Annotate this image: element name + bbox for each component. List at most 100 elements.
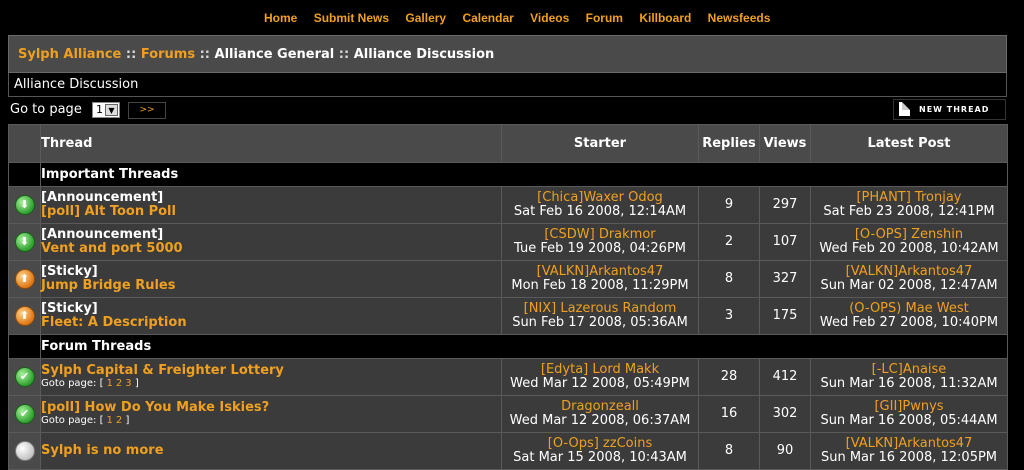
page-link[interactable]: 3 (125, 378, 131, 389)
nav-newsfeeds[interactable]: Newsfeeds (708, 11, 771, 25)
latest-post-author[interactable]: [VALKN]Arkantos47 (811, 437, 1007, 451)
starter-link[interactable]: Dragonzeall (502, 400, 698, 414)
new-thread-label: NEW THREAD (919, 105, 990, 114)
thread-title-cell: [Announcement] Vent and port 5000 (40, 223, 502, 261)
thread-title-link[interactable]: Jump Bridge Rules (41, 279, 501, 293)
thread-status-cell: ⬆ (8, 260, 41, 298)
go-page-button[interactable]: >> (128, 102, 166, 119)
page-select[interactable]: 1 ▼ (92, 102, 120, 118)
header-views[interactable]: Views (759, 124, 811, 163)
forum-title: Alliance Discussion (14, 77, 139, 92)
thread-title-link[interactable]: Sylph Capital & Freighter Lottery (41, 364, 501, 378)
table-row: ⬇ [Announcement] [poll] Alt Toon Poll [Chic… (8, 186, 1008, 224)
latest-post-date: Sun Mar 02 2008, 12:47AM (820, 278, 998, 293)
latest-post-author[interactable]: [PHANT] Tronjay (811, 191, 1007, 205)
header-icon-column (8, 124, 41, 163)
thread-prefix: [Sticky] (41, 301, 98, 316)
section-spacer (8, 162, 41, 187)
thread-title-link[interactable]: [poll] Alt Toon Poll (41, 205, 501, 219)
green-check-icon: ✔ (14, 404, 35, 424)
goto-page: Goto page: [1 2 ] (41, 415, 130, 426)
thread-status-cell: ⬆ (8, 297, 41, 335)
nav-gallery[interactable]: Gallery (405, 11, 446, 25)
thread-prefix: [Announcement] (41, 190, 164, 205)
thread-title-cell: Sylph Capital & Freighter Lottery Goto pa… (40, 358, 502, 396)
section-title-forum: Forum Threads (40, 334, 1008, 359)
page-link[interactable]: 1 (107, 415, 113, 426)
started-date: Mon Feb 18 2008, 11:29PM (511, 278, 689, 293)
header-latest-post[interactable]: Latest Post (810, 124, 1008, 163)
thread-title-cell: Sylph is no more (40, 432, 502, 470)
thread-title-link[interactable]: Sylph is no more (41, 444, 501, 458)
chevron-down-icon[interactable]: ▼ (105, 104, 118, 116)
table-row: ⬆ [Sticky] Fleet: A Description [NIX] Lazer… (8, 297, 1008, 335)
starter-link[interactable]: [VALKN]Arkantos47 (502, 265, 698, 279)
starter-link[interactable]: [Edyta] Lord Makk (502, 363, 698, 377)
grey-circle-icon (14, 441, 35, 461)
starter-link[interactable]: [Chica]Waxer Odog (502, 191, 698, 205)
new-thread-button[interactable]: NEW THREAD (893, 99, 1006, 120)
page-link[interactable]: 2 (116, 415, 122, 426)
thread-title-cell: [Sticky] Fleet: A Description (40, 297, 502, 335)
replies-cell: 28 (698, 358, 760, 396)
header-thread[interactable]: Thread (40, 124, 502, 163)
views-cell: 107 (759, 223, 811, 261)
thread-list: Important Threads ⬇ [Announcement] [poll] … (8, 162, 1008, 470)
page-link[interactable]: 2 (116, 378, 122, 389)
nav-home[interactable]: Home (264, 11, 297, 25)
table-row: ✔ [poll] How Do You Make Iskies? Goto page… (8, 395, 1008, 433)
goto-page-label: Goto page: (41, 378, 97, 389)
latest-post-date: Sun Mar 16 2008, 05:44AM (820, 413, 998, 428)
goto-page: Goto page: [1 2 3 ] (41, 378, 139, 389)
green-down-arrow-icon: ⬇ (14, 195, 35, 215)
replies-cell: 8 (698, 432, 760, 470)
replies-cell: 16 (698, 395, 760, 433)
thread-title-link[interactable]: [poll] How Do You Make Iskies? (41, 401, 501, 415)
latest-post-author[interactable]: [VALKN]Arkantos47 (811, 265, 1007, 279)
starter-link[interactable]: [CSDW] Drakmor (502, 228, 698, 242)
latest-post-cell: [PHANT] Tronjay Sat Feb 23 2008, 12:41PM (810, 186, 1008, 224)
breadcrumb-site[interactable]: Sylph Alliance (18, 47, 121, 62)
views-cell: 90 (759, 432, 811, 470)
replies-cell: 2 (698, 223, 760, 261)
page-link[interactable]: 1 (107, 378, 113, 389)
thread-status-cell: ✔ (8, 395, 41, 433)
views-cell: 297 (759, 186, 811, 224)
breadcrumb-separator: :: (125, 47, 137, 62)
thread-title-link[interactable]: Fleet: A Description (41, 316, 501, 330)
latest-post-author[interactable]: [O-OPS] Zenshin (811, 228, 1007, 242)
latest-post-date: Sat Feb 23 2008, 12:41PM (823, 204, 995, 219)
top-navigation: Home Submit News Gallery Calendar Videos… (0, 0, 1024, 36)
header-replies[interactable]: Replies (698, 124, 760, 163)
latest-post-date: Wed Feb 20 2008, 10:42AM (819, 241, 999, 256)
nav-calendar[interactable]: Calendar (462, 11, 513, 25)
thread-title-link[interactable]: Vent and port 5000 (41, 242, 501, 256)
nav-forum[interactable]: Forum (586, 11, 623, 25)
green-check-icon: ✔ (14, 367, 35, 387)
views-cell: 175 (759, 297, 811, 335)
replies-cell: 3 (698, 297, 760, 335)
thread-title-cell: [poll] How Do You Make Iskies? Goto page:… (40, 395, 502, 433)
table-header-row: Thread Starter Replies Views Latest Post (8, 124, 1008, 163)
section-row-important: Important Threads (8, 162, 1008, 187)
latest-post-author[interactable]: [-LC]Anaise (811, 363, 1007, 377)
nav-submit-news[interactable]: Submit News (314, 11, 389, 25)
table-row: ⬆ [Sticky] Jump Bridge Rules [VALKN]Arkanto… (8, 260, 1008, 298)
header-starter[interactable]: Starter (501, 124, 699, 163)
latest-post-cell: [O-OPS] Zenshin Wed Feb 20 2008, 10:42AM (810, 223, 1008, 261)
table-row: Sylph is no more [O-Ops] zzCoins Sat Mar 1… (8, 432, 1008, 470)
started-date: Sat Feb 16 2008, 12:14AM (513, 204, 687, 219)
breadcrumb-forums[interactable]: Forums (141, 47, 195, 62)
starter-link[interactable]: [O-Ops] zzCoins (502, 437, 698, 451)
nav-videos[interactable]: Videos (530, 11, 569, 25)
nav-killboard[interactable]: Killboard (639, 11, 691, 25)
latest-post-author[interactable]: [GII]Pwnys (811, 400, 1007, 414)
thread-title-cell: [Sticky] Jump Bridge Rules (40, 260, 502, 298)
breadcrumb-separator: :: (338, 47, 350, 62)
latest-post-cell: [VALKN]Arkantos47 Sun Mar 02 2008, 12:47A… (810, 260, 1008, 298)
latest-post-date: Sun Mar 16 2008, 11:32AM (820, 376, 998, 391)
starter-link[interactable]: [NIX] Lazerous Random (502, 302, 698, 316)
latest-post-author[interactable]: (O-OPS) Mae West (811, 302, 1007, 316)
latest-post-cell: [GII]Pwnys Sun Mar 16 2008, 05:44AM (810, 395, 1008, 433)
section-row-forum: Forum Threads (8, 334, 1008, 359)
